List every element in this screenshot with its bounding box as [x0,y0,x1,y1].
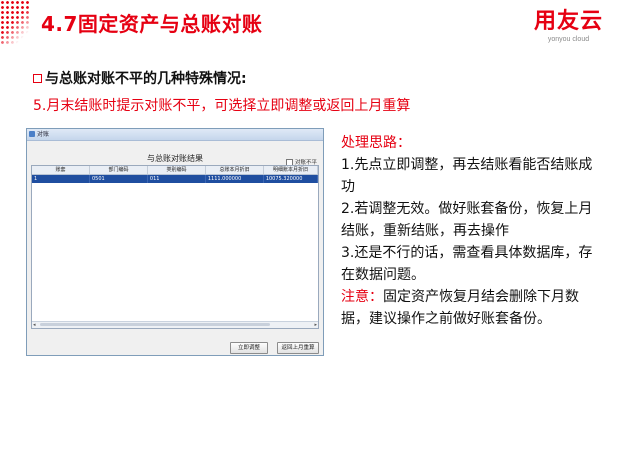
grid-header: 账套 部门编码 类别编码 总账本月折旧 明细账本月折旧 [32,166,318,175]
column-header[interactable]: 明细账本月折旧 [264,166,318,174]
dialog-titlebar[interactable]: 对账 [27,129,323,141]
case-description: 5.月末结账时提示对账不平，可选择立即调整或返回上月重算 [33,98,411,114]
column-header[interactable]: 账套 [32,166,90,174]
table-cell: 10075.320000 [264,175,318,183]
scroll-right-icon[interactable]: ▸ [314,322,317,328]
solution-panel: 处理思路： 1.先点立即调整，再去结账看能否结账成功 2.若调整无效。做好账套备… [341,132,601,330]
solution-heading: 处理思路： [341,135,411,151]
solution-step: 3.还是不行的话，需查看具体数据库，存在数据问题。 [341,245,593,283]
dialog-heading: 与总账对账结果 [147,154,203,163]
solution-step: 1.先点立即调整，再去结账看能否结账成功 [341,157,593,195]
dialog-title: 对账 [37,131,50,138]
table-row[interactable]: 1 0501 011 1111.000000 10075.320000 [32,175,318,183]
column-header[interactable]: 部门编码 [90,166,148,174]
scroll-left-icon[interactable]: ◂ [33,322,36,328]
square-bullet-icon [33,73,42,83]
table-cell: 1111.000000 [206,175,264,183]
table-cell: 1 [32,175,90,183]
brand-logo: 用友云 yonyou cloud [534,10,603,44]
reconcile-dialog: 对账 与总账对账结果 对账不平 账套 部门编码 类别编码 总账本月折旧 明细账本… [26,128,324,356]
solution-note: 注意：固定资产恢复月结会删除下月数据，建议操作之前做好账套备份。 [341,286,601,330]
solution-step: 2.若调整无效。做好账套备份，恢复上月结账，重新结账，再去操作 [341,201,593,239]
horizontal-scrollbar[interactable]: ◂ ▸ [32,321,318,328]
result-grid: 账套 部门编码 类别编码 总账本月折旧 明细账本月折旧 1 0501 011 1… [31,165,319,329]
column-header[interactable]: 总账本月折旧 [206,166,264,174]
section-heading: 与总账对账不平的几种特殊情况: [33,68,247,88]
adjust-now-button[interactable]: 立即调整 [230,342,268,354]
column-header[interactable]: 类别编码 [148,166,206,174]
page-title: 4.7固定资产与总账对账 [41,12,263,36]
table-cell: 011 [148,175,206,183]
logo-sub-text: yonyou cloud [547,36,590,43]
scrollbar-thumb[interactable] [40,323,270,326]
window-icon [29,131,35,137]
section-heading-text: 与总账对账不平的几种特殊情况: [45,71,247,87]
logo-main-text: 用友云 [533,9,603,34]
table-cell: 0501 [90,175,148,183]
note-label: 注意： [341,289,383,305]
decorative-dots [0,0,30,46]
header-bar: 4.7固定资产与总账对账 用友云 yonyou cloud [0,0,621,52]
return-recalc-button[interactable]: 返回上月重算 [277,342,319,354]
